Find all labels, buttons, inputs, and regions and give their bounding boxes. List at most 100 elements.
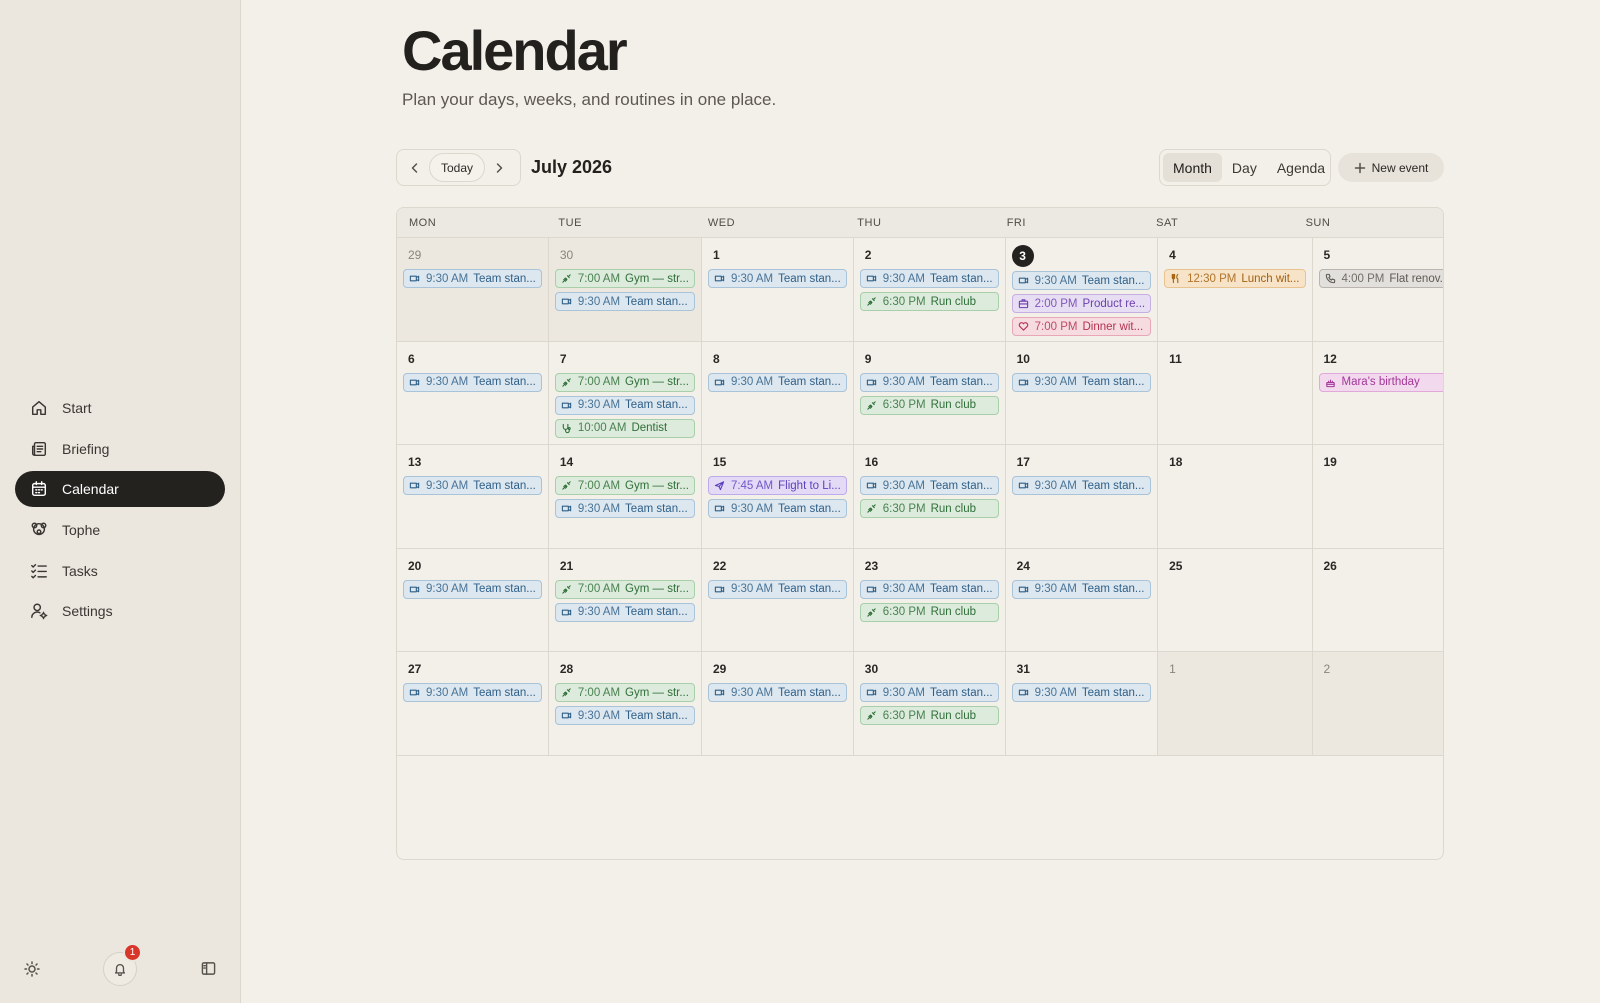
event-chip[interactable]: 6:30 PM Run club	[859, 499, 999, 519]
event-chip[interactable]: 7:00 PM Dinner wit...	[1011, 317, 1152, 336]
day-number: 4	[1169, 248, 1176, 262]
day-cell[interactable]: 15 7:45 AM Flight to Li... 9:30 AM Team stan…	[701, 445, 854, 549]
day-cell[interactable]: 27 9:30 AM Team stan...	[397, 652, 549, 756]
day-cell[interactable]: 14 7:00 AM Gym — str... 9:30 AM Team stan...	[548, 445, 702, 549]
today-button[interactable]: Today	[429, 153, 486, 182]
bear-icon	[31, 522, 47, 536]
day-cell[interactable]: 16 9:30 AM Team stan... 6:30 PM Run club	[853, 445, 1006, 549]
day-cell[interactable]: 23 9:30 AM Team stan... 6:30 PM Run club	[853, 548, 1006, 653]
day-cell[interactable]: 31 9:30 AM Team stan...	[1005, 652, 1159, 756]
view-month-tab[interactable]: Month	[1163, 153, 1222, 182]
day-cell[interactable]: 25	[1158, 548, 1313, 653]
event-chip[interactable]: 9:30 AM Team stan...	[859, 269, 999, 288]
event-chip[interactable]: 9:30 AM Team stan...	[554, 706, 695, 726]
day-number: 30	[559, 248, 574, 262]
day-cell[interactable]: 9 9:30 AM Team stan... 6:30 PM Run club	[853, 341, 1006, 446]
day-cell[interactable]: 10 9:30 AM Team stan...	[1005, 341, 1159, 446]
video-icon	[1018, 586, 1028, 593]
event-chip[interactable]: 9:30 AM Team stan...	[859, 476, 999, 496]
event-chip[interactable]: 7:00 AM Gym — str...	[554, 269, 695, 288]
sidebar-item-settings[interactable]: Settings	[15, 593, 225, 629]
event-chip[interactable]: 9:30 AM Team stan...	[1011, 683, 1152, 703]
event-chip[interactable]: 9:30 AM Team stan...	[859, 683, 999, 703]
day-cell[interactable]: 1	[1158, 652, 1313, 756]
event-chip[interactable]: 7:00 AM Gym — str...	[554, 372, 695, 392]
day-cell[interactable]: 7 7:00 AM Gym — str... 9:30 AM Team stan... 1…	[548, 341, 702, 446]
event-chip[interactable]: 6:30 PM Run club	[859, 292, 999, 311]
event-chip[interactable]: 9:30 AM Team stan...	[403, 683, 542, 703]
event-chip[interactable]: 6:30 PM Run club	[859, 395, 999, 415]
previous-month-button[interactable]	[401, 154, 429, 182]
event-chip[interactable]: 10:00 AM Dentist	[554, 418, 695, 438]
day-cell[interactable]: 30 7:00 AM Gym — str... 9:30 AM Team stan...	[548, 238, 702, 342]
view-agenda-tab[interactable]: Agenda	[1267, 153, 1335, 182]
event-chip[interactable]: 9:30 AM Team stan...	[554, 602, 695, 622]
event-chip[interactable]: 9:30 AM Team stan...	[1011, 372, 1152, 392]
sidebar-item-tophe[interactable]: Tophe	[15, 512, 225, 548]
event-chip[interactable]: 9:30 AM Team stan...	[707, 579, 847, 599]
day-cell[interactable]: 28 7:00 AM Gym — str... 9:30 AM Team stan...	[548, 652, 702, 756]
day-cell[interactable]: 5 4:00 PM Flat renov...	[1312, 238, 1443, 342]
new-event-button[interactable]: New event	[1338, 153, 1444, 182]
sidebar-item-tasks[interactable]: Tasks	[15, 553, 225, 589]
day-cell[interactable]: 13 9:30 AM Team stan...	[397, 445, 549, 549]
event-chip[interactable]: 7:00 AM Gym — str...	[554, 683, 695, 703]
sun-icon[interactable]	[24, 961, 40, 977]
sidebar-item-calendar[interactable]: Calendar	[15, 471, 225, 508]
day-cell[interactable]: 29 9:30 AM Team stan...	[397, 238, 549, 342]
event-chip[interactable]: 9:30 AM Team stan...	[554, 499, 695, 519]
day-cell[interactable]: 18	[1158, 445, 1313, 549]
event-title: Team stan...	[625, 502, 688, 515]
day-cell[interactable]: 17 9:30 AM Team stan...	[1005, 445, 1159, 549]
event-chip[interactable]: 7:00 AM Gym — str...	[554, 579, 695, 599]
event-chip[interactable]: 9:30 AM Team stan...	[1011, 476, 1152, 496]
day-cell[interactable]: 26	[1312, 549, 1443, 653]
event-chip[interactable]: 9:30 AM Team stan...	[859, 579, 999, 599]
day-cell[interactable]: 20 9:30 AM Team stan...	[397, 548, 549, 653]
event-chip[interactable]: 9:30 AM Team stan...	[707, 269, 847, 288]
sidebar-item-start[interactable]: Start	[15, 390, 225, 426]
day-cell[interactable]: 24 9:30 AM Team stan...	[1005, 548, 1159, 653]
day-number: 25	[1169, 558, 1183, 573]
day-cell[interactable]: 12 Mara's birthday	[1312, 342, 1443, 446]
day-cell[interactable]: 19	[1312, 445, 1443, 549]
event-chip[interactable]: 9:30 AM Team stan...	[1011, 579, 1152, 599]
event-chip[interactable]: 9:30 AM Team stan...	[707, 372, 847, 392]
event-chip[interactable]: 9:30 AM Team stan...	[554, 395, 695, 415]
event-chip[interactable]: 9:30 AM Team stan...	[859, 372, 999, 392]
day-cell[interactable]: 22 9:30 AM Team stan...	[701, 548, 854, 653]
day-cell[interactable]: 2	[1312, 652, 1443, 756]
day-cell[interactable]: 11	[1158, 341, 1313, 446]
event-chip[interactable]: 7:00 AM Gym — str...	[554, 476, 695, 496]
next-month-button[interactable]	[485, 154, 513, 182]
sidebar-toggle-icon[interactable]	[201, 961, 216, 976]
event-chip[interactable]: 9:30 AM Team stan...	[707, 499, 847, 519]
day-number: 10	[1016, 351, 1030, 366]
event-chip[interactable]: 2:00 PM Product re...	[1011, 294, 1152, 313]
day-cell[interactable]: 4 12:30 PM Lunch wit...	[1158, 238, 1313, 342]
event-chip[interactable]: 4:00 PM Flat renov...	[1318, 269, 1443, 288]
event-chip[interactable]: 9:30 AM Team stan...	[403, 372, 542, 392]
day-cell[interactable]: 2 9:30 AM Team stan... 6:30 PM Run club	[853, 238, 1006, 342]
event-chip[interactable]: 9:30 AM Team stan...	[403, 269, 542, 288]
day-cell[interactable]: 30 9:30 AM Team stan... 6:30 PM Run club	[853, 652, 1006, 756]
sidebar-item-briefing[interactable]: Briefing	[15, 431, 225, 467]
event-chip[interactable]: 9:30 AM Team stan...	[403, 579, 542, 599]
event-chip[interactable]: 9:30 AM Team stan...	[554, 292, 695, 311]
view-day-tab[interactable]: Day	[1222, 153, 1267, 182]
event-chip[interactable]: Mara's birthday	[1318, 372, 1443, 392]
day-cell[interactable]: 29 9:30 AM Team stan...	[701, 652, 854, 756]
event-chip[interactable]: 9:30 AM Team stan...	[1011, 271, 1152, 290]
event-chip[interactable]: 9:30 AM Team stan...	[403, 476, 542, 496]
event-chip[interactable]: 7:45 AM Flight to Li...	[707, 476, 847, 496]
day-cell[interactable]: 6 9:30 AM Team stan...	[397, 341, 549, 446]
day-cell[interactable]: 8 9:30 AM Team stan...	[701, 341, 854, 446]
event-chip[interactable]: 9:30 AM Team stan...	[707, 683, 847, 703]
day-cell[interactable]: 21 7:00 AM Gym — str... 9:30 AM Team stan...	[548, 548, 702, 653]
day-cell[interactable]: 1 9:30 AM Team stan...	[701, 238, 854, 342]
day-cell[interactable]: 3 9:30 AM Team stan... 2:00 PM Product re...…	[1005, 238, 1159, 342]
event-chip[interactable]: 12:30 PM Lunch wit...	[1164, 269, 1306, 288]
event-title: Team stan...	[625, 295, 688, 308]
event-chip[interactable]: 6:30 PM Run club	[859, 602, 999, 622]
event-chip[interactable]: 6:30 PM Run club	[859, 706, 999, 726]
